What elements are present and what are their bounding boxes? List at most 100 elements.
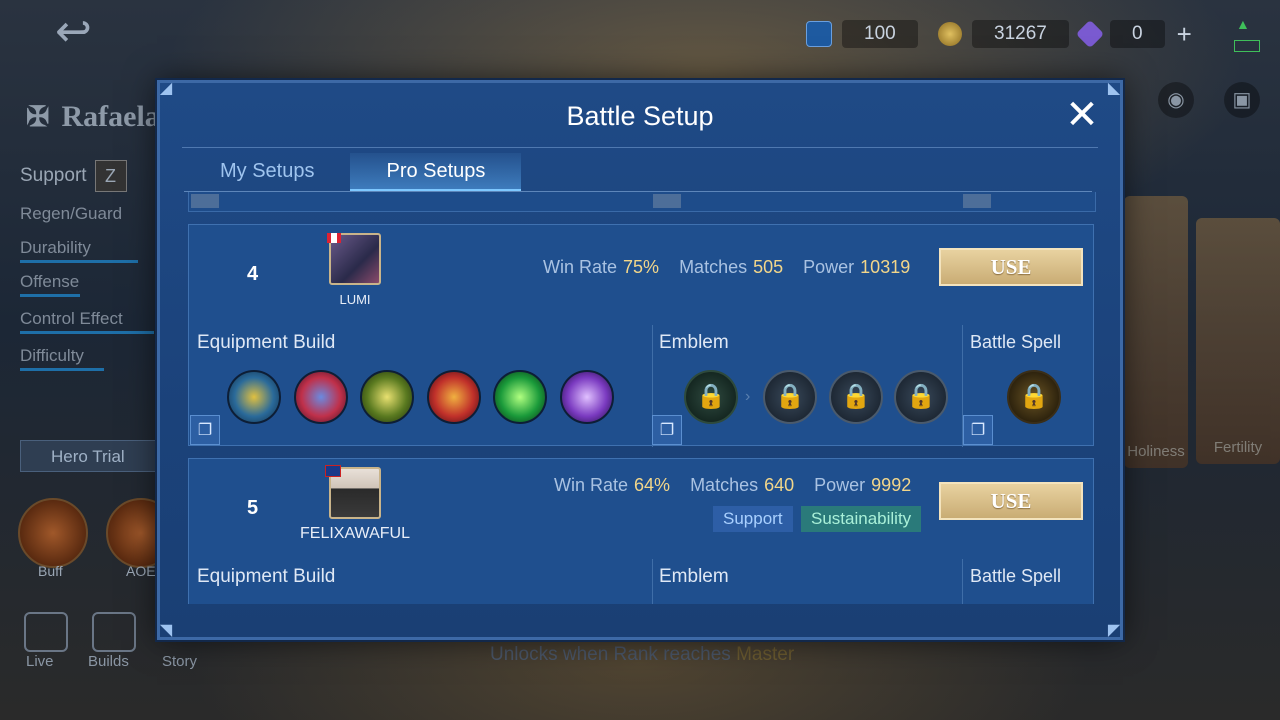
support-emblem-icon[interactable]: 🔒 [684, 370, 738, 424]
copy-emblem-icon[interactable]: ❐ [652, 415, 682, 445]
canada-flag-icon [327, 233, 341, 243]
power-label: Power [803, 257, 855, 277]
player-name: FELIXAWAFUL [300, 525, 410, 542]
copy-icon[interactable] [191, 194, 219, 208]
stat-label: Offense [20, 272, 80, 291]
skin-label: Fertility [1213, 439, 1263, 456]
diamond-count: 0 [1110, 20, 1165, 48]
add-diamond-icon[interactable]: + [1177, 19, 1192, 50]
diamond-resource: 0 + [1075, 19, 1192, 50]
setup-tabs: My Setups Pro Setups [184, 153, 522, 191]
gold-resource: 31267 [938, 20, 1069, 48]
nav-label-story: Story [162, 653, 198, 670]
battle-spell-title: Battle Spell [970, 332, 1062, 352]
setup-card: 4 LUMI Win Rate 75% Matches 505 Power 10319 U… [188, 224, 1094, 447]
builds-icon[interactable] [92, 612, 136, 652]
fire-wing-item-icon[interactable] [427, 370, 481, 424]
stat-label: Difficulty [20, 346, 84, 365]
matches-label: Matches [679, 257, 748, 277]
flameshot-spell-icon[interactable]: 🔒 [1007, 370, 1061, 424]
player-name: LUMI [339, 292, 371, 307]
tag-support: Support [713, 506, 793, 532]
chevron-right-icon: › [745, 388, 751, 405]
power-label: Power [814, 475, 866, 495]
setup-rank: 5 [247, 497, 259, 519]
green-crystal-item-icon[interactable] [493, 370, 547, 424]
matches-value: 640 [764, 475, 795, 495]
gold-coin-icon [938, 22, 962, 46]
role-label: Support [20, 165, 87, 187]
fullscreen-icon[interactable]: ▣ [1224, 82, 1260, 118]
role-badge-icon: Z [94, 160, 127, 192]
hero-trial-button[interactable]: Hero Trial [20, 440, 160, 472]
battery-icon [1234, 40, 1260, 52]
use-button[interactable]: USE [939, 248, 1083, 286]
stat-bar [20, 368, 104, 371]
emblem-title: Emblem [659, 566, 729, 587]
hero-name: ✠ Rafaela [26, 100, 160, 134]
stat-durability: Durability [20, 238, 138, 263]
hero-name-text: Rafaela [61, 100, 160, 133]
rank-hint-text: Unlocks when Rank reaches [490, 644, 731, 665]
ticket-resource: 100 [806, 20, 918, 48]
gold-staff-item-icon[interactable] [360, 370, 414, 424]
matches-label: Matches [690, 475, 759, 495]
live-icon[interactable] [24, 612, 68, 652]
skin-card-holiness[interactable]: Holiness [1124, 196, 1188, 468]
diamond-icon [1075, 19, 1105, 49]
section-divider [962, 559, 963, 604]
close-icon[interactable]: ✕ [1062, 95, 1102, 135]
back-arrow-icon[interactable]: ↩ [55, 10, 135, 54]
buff-skill-icon[interactable] [18, 498, 88, 568]
copy-icon[interactable] [653, 194, 681, 208]
talent-icon[interactable]: 🔒 [763, 370, 817, 424]
sound-icon[interactable]: ◉ [1158, 82, 1194, 118]
stat-label: Durability [20, 238, 91, 257]
rank-hint-rank: Master [736, 644, 795, 665]
use-button[interactable]: USE [939, 482, 1083, 520]
stat-label: Regen/Guard [20, 204, 123, 223]
copy-spell-icon[interactable]: ❐ [963, 415, 993, 445]
skin-card-fertility[interactable]: Fertility [1196, 218, 1280, 464]
title-divider [182, 147, 1098, 148]
corner-ornament: ◥ [159, 622, 173, 639]
tab-my-setups[interactable]: My Setups [184, 153, 350, 191]
stat-bar [20, 294, 80, 297]
power-value: 10319 [860, 257, 911, 277]
talent-icon[interactable]: 🔒 [829, 370, 883, 424]
stat-bar [20, 260, 138, 263]
wifi-icon: ▲ [1236, 16, 1250, 32]
modal-title: Battle Setup [566, 101, 714, 131]
uk-flag-icon [325, 465, 341, 477]
setups-list[interactable]: 4 LUMI Win Rate 75% Matches 505 Power 10319 U… [188, 192, 1096, 604]
skin-label: Holiness [1127, 443, 1185, 460]
ticket-count: 100 [842, 20, 918, 48]
talent-icon[interactable]: 🔒 [894, 370, 948, 424]
blue-tome-item-icon[interactable] [294, 370, 348, 424]
tab-pro-setups[interactable]: Pro Setups [350, 153, 522, 191]
hero-trial-label: Hero Trial [51, 447, 125, 466]
setup-stats: Win Rate 64% Matches 640 Power 9992 [554, 475, 911, 496]
purple-claw-item-icon[interactable] [560, 370, 614, 424]
stat-regen: Regen/Guard [20, 204, 122, 224]
copy-equipment-icon[interactable]: ❐ [190, 415, 220, 445]
matches-value: 505 [753, 257, 784, 277]
equipment-build-title: Equipment Build [197, 332, 336, 353]
corner-ornament: ◢ [159, 80, 173, 97]
skill-label: Buff [38, 563, 63, 579]
stat-difficulty: Difficulty [20, 346, 104, 371]
previous-setup-card [188, 192, 1096, 212]
copy-icon[interactable] [963, 194, 991, 208]
emblem-title: Emblem [659, 332, 729, 353]
setup-card: 5 FELIXAWAFUL Win Rate 64% Matches 640 Power… [188, 458, 1094, 604]
tag-sustainability: Sustainability [801, 506, 922, 532]
nav-label-live: Live [26, 653, 54, 670]
support-role-icon: ✠ [26, 102, 50, 133]
power-value: 9992 [871, 475, 912, 495]
stat-bar [20, 331, 154, 334]
section-divider [652, 559, 653, 604]
boots-item-icon[interactable] [227, 370, 281, 424]
battle-setup-modal: ◢ ◣ ◥ ◤ Battle Setup ✕ My Setups Pro Set… [157, 80, 1123, 640]
ticket-icon [806, 21, 832, 47]
equipment-build-title: Equipment Build [197, 566, 336, 587]
